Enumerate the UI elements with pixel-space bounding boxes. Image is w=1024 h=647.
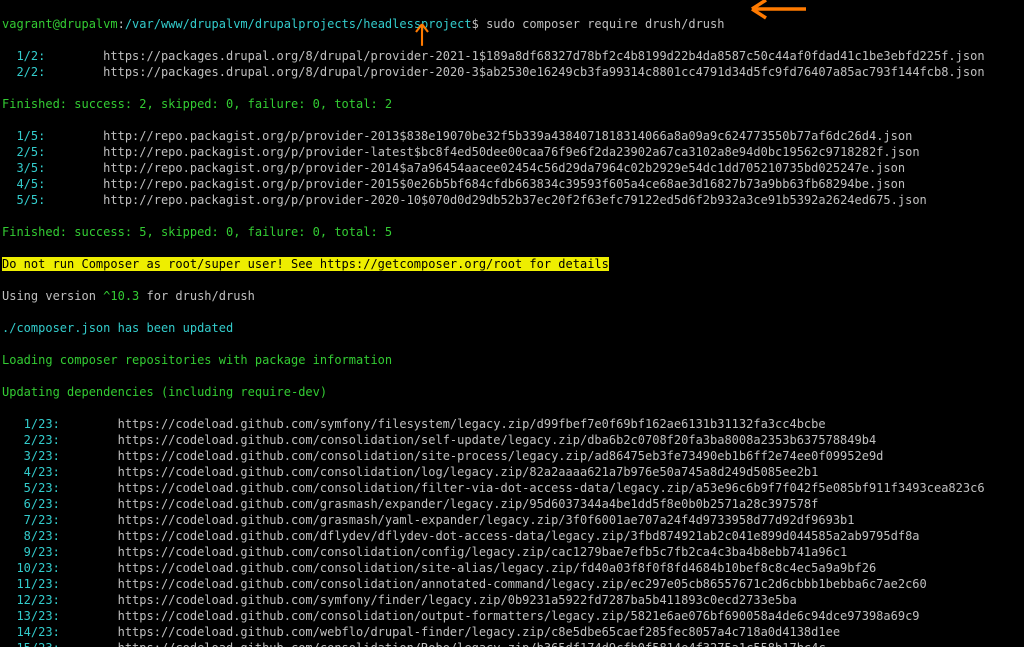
line-url: http://repo.packagist.org/p/provider-201… <box>103 129 912 143</box>
download-line: 15/23: https://codeload.github.com/conso… <box>2 640 1022 647</box>
line-url: https://codeload.github.com/consolidatio… <box>118 545 848 559</box>
root-warning-text: Do not run Composer as root/super user! … <box>2 257 609 271</box>
using-version-line: Using version ^10.3 for drush/drush <box>2 288 1022 304</box>
line-url: https://codeload.github.com/consolidatio… <box>118 465 819 479</box>
loading-repos: Loading composer repositories with packa… <box>2 352 1022 368</box>
line-url: http://repo.packagist.org/p/provider-201… <box>103 177 905 191</box>
line-counter: 7/23: <box>2 513 60 527</box>
stage1-block: 1/2: https://packages.drupal.org/8/drupa… <box>2 48 1022 80</box>
download-line: 6/23: https://codeload.github.com/grasma… <box>2 496 1022 512</box>
line-url: https://codeload.github.com/consolidatio… <box>118 641 826 647</box>
line-counter: 4/23: <box>2 465 60 479</box>
download-line: 11/23: https://codeload.github.com/conso… <box>2 576 1022 592</box>
line-counter: 9/23: <box>2 545 60 559</box>
line-url: https://codeload.github.com/symfony/file… <box>118 417 826 431</box>
download-line: 13/23: https://codeload.github.com/conso… <box>2 608 1022 624</box>
line-url: https://codeload.github.com/grasmash/exp… <box>118 497 819 511</box>
line-url: http://repo.packagist.org/p/provider-202… <box>103 193 927 207</box>
download-line: 3/5: http://repo.packagist.org/p/provide… <box>2 160 1022 176</box>
download-line: 2/23: https://codeload.github.com/consol… <box>2 432 1022 448</box>
prompt-command: sudo composer require drush/drush <box>486 17 724 31</box>
download-line: 2/2: https://packages.drupal.org/8/drupa… <box>2 64 1022 80</box>
line-counter: 14/23: <box>2 625 60 639</box>
line-counter: 10/23: <box>2 561 60 575</box>
prompt-user: vagrant@drupalvm <box>2 17 118 31</box>
line-counter: 2/23: <box>2 433 60 447</box>
line-counter: 4/5: <box>2 177 45 191</box>
line-url: https://codeload.github.com/consolidatio… <box>118 481 985 495</box>
download-line: 1/5: http://repo.packagist.org/p/provide… <box>2 128 1022 144</box>
download-line: 8/23: https://codeload.github.com/dflyde… <box>2 528 1022 544</box>
line-counter: 12/23: <box>2 593 60 607</box>
line-counter: 5/5: <box>2 193 45 207</box>
line-url: http://repo.packagist.org/p/provider-lat… <box>103 145 919 159</box>
download-line: 2/5: http://repo.packagist.org/p/provide… <box>2 144 1022 160</box>
downloads-block: 1/23: https://codeload.github.com/symfon… <box>2 416 1022 647</box>
line-counter: 1/2: <box>2 49 45 63</box>
line-counter: 15/23: <box>2 641 60 647</box>
download-line: 4/5: http://repo.packagist.org/p/provide… <box>2 176 1022 192</box>
prompt-line: vagrant@drupalvm:/var/www/drupalvm/drupa… <box>2 16 1022 32</box>
download-line: 3/23: https://codeload.github.com/consol… <box>2 448 1022 464</box>
updating-deps: Updating dependencies (including require… <box>2 384 1022 400</box>
line-url: https://codeload.github.com/dflydev/dfly… <box>118 529 920 543</box>
download-line: 4/23: https://codeload.github.com/consol… <box>2 464 1022 480</box>
line-url: https://codeload.github.com/consolidatio… <box>118 577 927 591</box>
stage2-block: 1/5: http://repo.packagist.org/p/provide… <box>2 128 1022 208</box>
download-line: 9/23: https://codeload.github.com/consol… <box>2 544 1022 560</box>
line-url: http://repo.packagist.org/p/provider-201… <box>103 161 905 175</box>
line-counter: 3/5: <box>2 161 45 175</box>
line-url: https://codeload.github.com/consolidatio… <box>118 449 884 463</box>
line-counter: 3/23: <box>2 449 60 463</box>
stage1-finish: Finished: success: 2, skipped: 0, failur… <box>2 96 1022 112</box>
download-line: 1/23: https://codeload.github.com/symfon… <box>2 416 1022 432</box>
line-counter: 6/23: <box>2 497 60 511</box>
download-line: 7/23: https://codeload.github.com/grasma… <box>2 512 1022 528</box>
line-counter: 5/23: <box>2 481 60 495</box>
download-line: 12/23: https://codeload.github.com/symfo… <box>2 592 1022 608</box>
line-counter: 1/5: <box>2 129 45 143</box>
line-counter: 8/23: <box>2 529 60 543</box>
download-line: 10/23: https://codeload.github.com/conso… <box>2 560 1022 576</box>
download-line: 5/5: http://repo.packagist.org/p/provide… <box>2 192 1022 208</box>
terminal-output: vagrant@drupalvm:/var/www/drupalvm/drupa… <box>0 0 1024 647</box>
line-url: https://packages.drupal.org/8/drupal/pro… <box>103 65 984 79</box>
line-url: https://codeload.github.com/consolidatio… <box>118 561 877 575</box>
download-line: 1/2: https://packages.drupal.org/8/drupa… <box>2 48 1022 64</box>
line-url: https://packages.drupal.org/8/drupal/pro… <box>103 49 984 63</box>
line-counter: 2/2: <box>2 65 45 79</box>
prompt-path: /var/www/drupalvm/drupalprojects/headles… <box>125 17 472 31</box>
line-counter: 13/23: <box>2 609 60 623</box>
line-url: https://codeload.github.com/consolidatio… <box>118 433 877 447</box>
line-url: https://codeload.github.com/grasmash/yam… <box>118 513 855 527</box>
download-line: 5/23: https://codeload.github.com/consol… <box>2 480 1022 496</box>
root-warning: Do not run Composer as root/super user! … <box>2 256 1022 272</box>
composer-json-updated: ./composer.json has been updated <box>2 320 1022 336</box>
line-counter: 2/5: <box>2 145 45 159</box>
download-line: 14/23: https://codeload.github.com/webfl… <box>2 624 1022 640</box>
line-counter: 11/23: <box>2 577 60 591</box>
line-url: https://codeload.github.com/symfony/find… <box>118 593 797 607</box>
line-url: https://codeload.github.com/webflo/drupa… <box>118 625 840 639</box>
stage2-finish: Finished: success: 5, skipped: 0, failur… <box>2 224 1022 240</box>
line-url: https://codeload.github.com/consolidatio… <box>118 609 920 623</box>
line-counter: 1/23: <box>2 417 60 431</box>
